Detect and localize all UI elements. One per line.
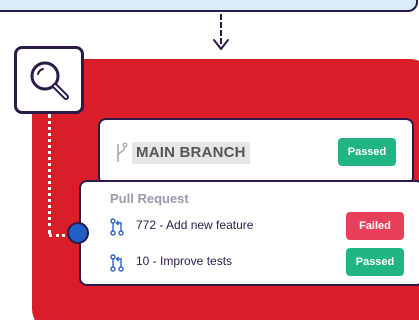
git-branch-icon: [117, 142, 128, 162]
main-branch-label: MAIN BRANCH: [132, 142, 250, 164]
top-stage-box: [0, 0, 418, 12]
pull-request-status-badge: Passed: [346, 248, 404, 276]
git-pull-request-icon: [110, 254, 124, 272]
main-branch-status-badge: Passed: [338, 138, 396, 166]
pull-request-label: 10 - Improve tests: [136, 254, 233, 268]
pipeline-diagram: MAIN BRANCH Passed Pull Request 772 - Ad…: [0, 0, 419, 320]
dotted-connector-vertical: [48, 114, 51, 234]
main-branch-card: MAIN BRANCH Passed: [98, 118, 414, 185]
magnifier-icon: [30, 61, 69, 100]
pull-request-status-badge: Failed: [346, 212, 404, 240]
search-icon-box: [14, 46, 84, 114]
connector-node: [67, 222, 89, 244]
arrow-down-icon: [213, 39, 229, 50]
git-pull-request-icon: [110, 218, 124, 236]
pull-request-label: 772 - Add new feature: [136, 218, 254, 232]
pull-request-card: Pull Request 772 - Add new feature Faile…: [79, 180, 419, 286]
pull-request-title: Pull Request: [110, 191, 189, 206]
